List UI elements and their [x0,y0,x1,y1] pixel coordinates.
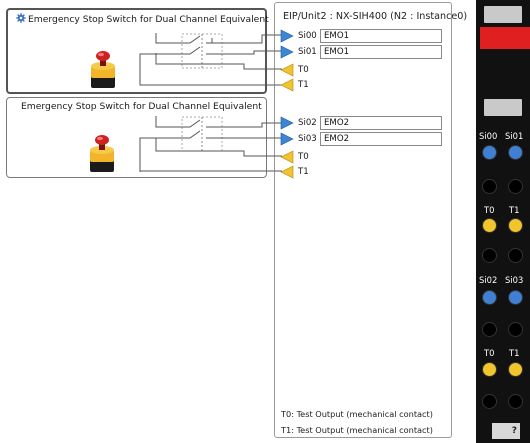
function-block-1[interactable]: Emergency Stop Switch for Dual Channel E… [6,8,269,94]
port-label-t1: T1 [298,80,309,90]
terminal-label-si02: Si02 [479,275,498,285]
help-button[interactable]: ? [492,423,520,439]
unit-header: EIP/Unit2 : NX-SIH400 (N2 : Instance0) [283,11,468,22]
terminal-hole [508,322,523,337]
terminal-hole [508,179,523,194]
port-variable-si02[interactable] [320,116,442,130]
legend-t1: T1: Test Output (mechanical contact) [281,425,433,435]
emergency-stop-button-icon [90,135,114,172]
port-label-si01: Si01 [298,47,317,57]
block-1-title: Emergency Stop Switch for Dual Channel E… [16,13,269,25]
terminal-si00-dot[interactable] [482,145,497,160]
port-label-si02: Si02 [298,118,317,128]
terminal-t0-2-dot[interactable] [482,362,497,377]
terminal-hole [482,322,497,337]
terminal-block: Si00 Si01 T0 T1 Si02 Si03 T0 T1 [476,0,530,443]
gear-icon [16,13,26,23]
port-label-t0: T0 [298,65,309,75]
terminal-label-t1-2: T1 [509,348,520,358]
emergency-stop-button-icon [91,51,115,88]
terminal-hole [508,394,523,409]
terminal-label-si00: Si00 [479,131,498,141]
legend-t0: T0: Test Output (mechanical contact) [281,409,433,419]
terminal-hole [482,394,497,409]
terminal-t1-dot[interactable] [508,218,523,233]
terminal-hole [482,179,497,194]
terminal-t1-2-dot[interactable] [508,362,523,377]
terminal-t0-dot[interactable] [482,218,497,233]
terminal-si01-dot[interactable] [508,145,523,160]
block-2-title: Emergency Stop Switch for Dual Channel E… [21,101,262,112]
port-variable-si00[interactable] [320,29,442,43]
terminal-status-led [480,27,530,49]
port-label-si03: Si03 [298,134,317,144]
terminal-hole [482,248,497,263]
port-label-t1-2: T1 [298,167,309,177]
block-1-title-text: Emergency Stop Switch for Dual Channel E… [28,14,269,25]
terminal-label-si01: Si01 [505,131,524,141]
terminal-si02-dot[interactable] [482,290,497,305]
terminal-label-t0-2: T0 [484,348,495,358]
terminal-cap-top [484,6,522,23]
terminal-hole [508,248,523,263]
terminal-cap-mid [484,99,522,116]
port-variable-si03[interactable] [320,132,442,146]
port-label-t0-2: T0 [298,152,309,162]
terminal-si03-dot[interactable] [508,290,523,305]
terminal-label-t1: T1 [509,205,520,215]
terminal-label-si03: Si03 [505,275,524,285]
function-block-2[interactable]: Emergency Stop Switch for Dual Channel E… [6,97,267,178]
port-variable-si01[interactable] [320,45,442,59]
block-2-title-text: Emergency Stop Switch for Dual Channel E… [21,101,262,112]
terminal-label-t0: T0 [484,205,495,215]
port-label-si00: Si00 [298,31,317,41]
